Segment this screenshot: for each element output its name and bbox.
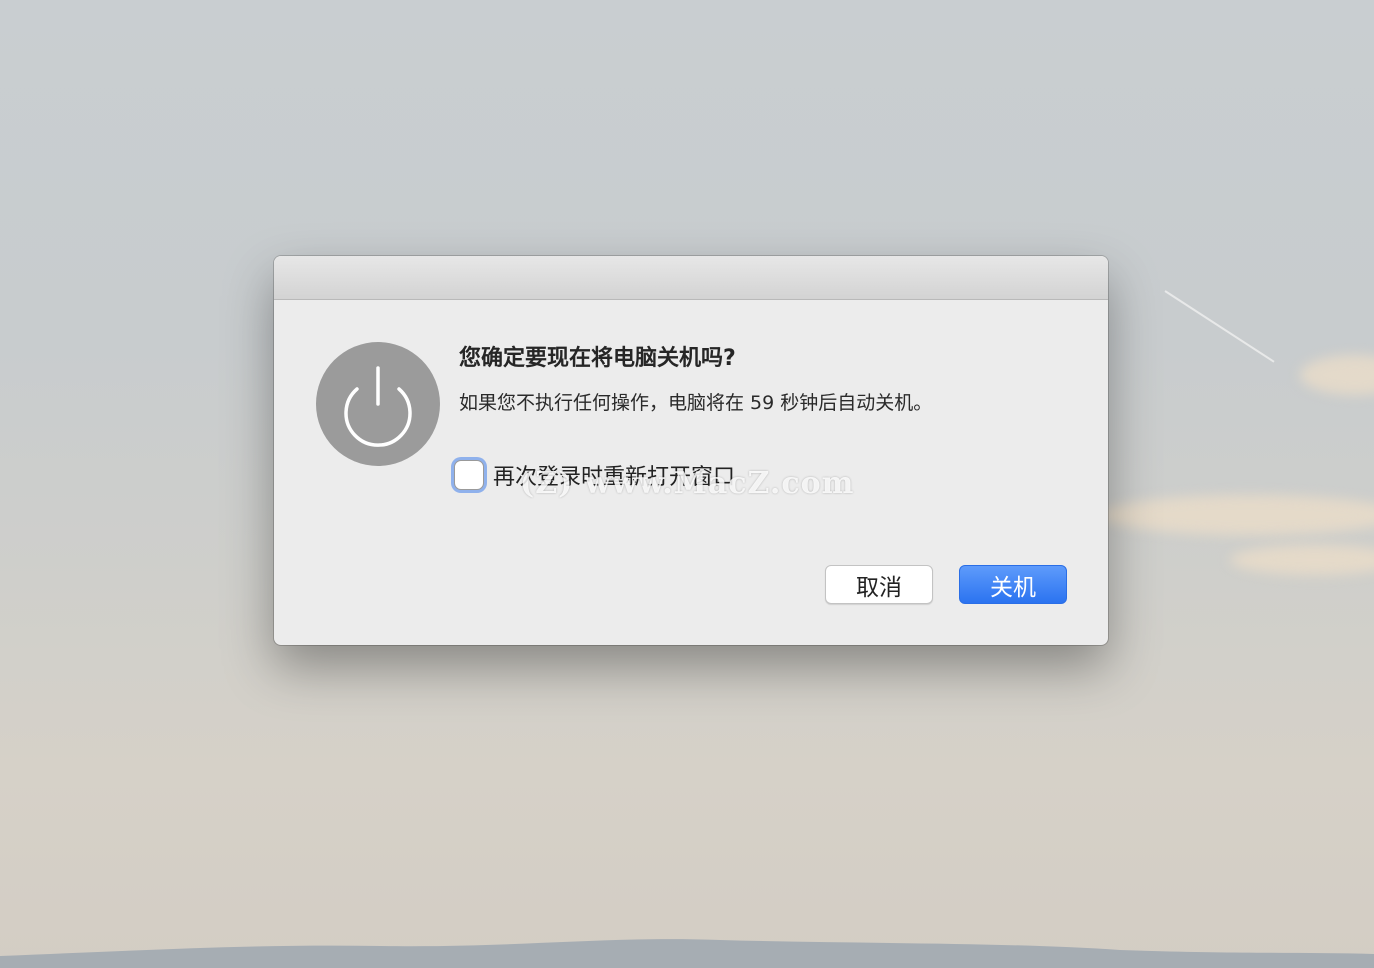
cancel-button[interactable]: 取消	[825, 565, 933, 604]
dialog-title: 您确定要现在将电脑关机吗?	[459, 346, 736, 371]
cloud	[1300, 355, 1374, 395]
reopen-windows-checkbox[interactable]	[454, 460, 484, 490]
shutdown-button[interactable]: 关机	[959, 565, 1067, 604]
cloud	[1230, 545, 1374, 575]
dialog-titlebar	[274, 256, 1108, 300]
cloud	[1100, 495, 1374, 535]
shutdown-dialog: 您确定要现在将电脑关机吗? 如果您不执行任何操作，电脑将在 59 秒钟后自动关机…	[274, 256, 1108, 645]
distant-hills	[0, 939, 1374, 968]
watermark-text: (Z) www.MacZ.com	[520, 466, 855, 501]
dialog-message: 如果您不执行任何操作，电脑将在 59 秒钟后自动关机。	[459, 392, 933, 414]
power-icon	[316, 342, 440, 466]
contrail	[1164, 290, 1275, 363]
desktop-background: 您确定要现在将电脑关机吗? 如果您不执行任何操作，电脑将在 59 秒钟后自动关机…	[0, 0, 1374, 968]
